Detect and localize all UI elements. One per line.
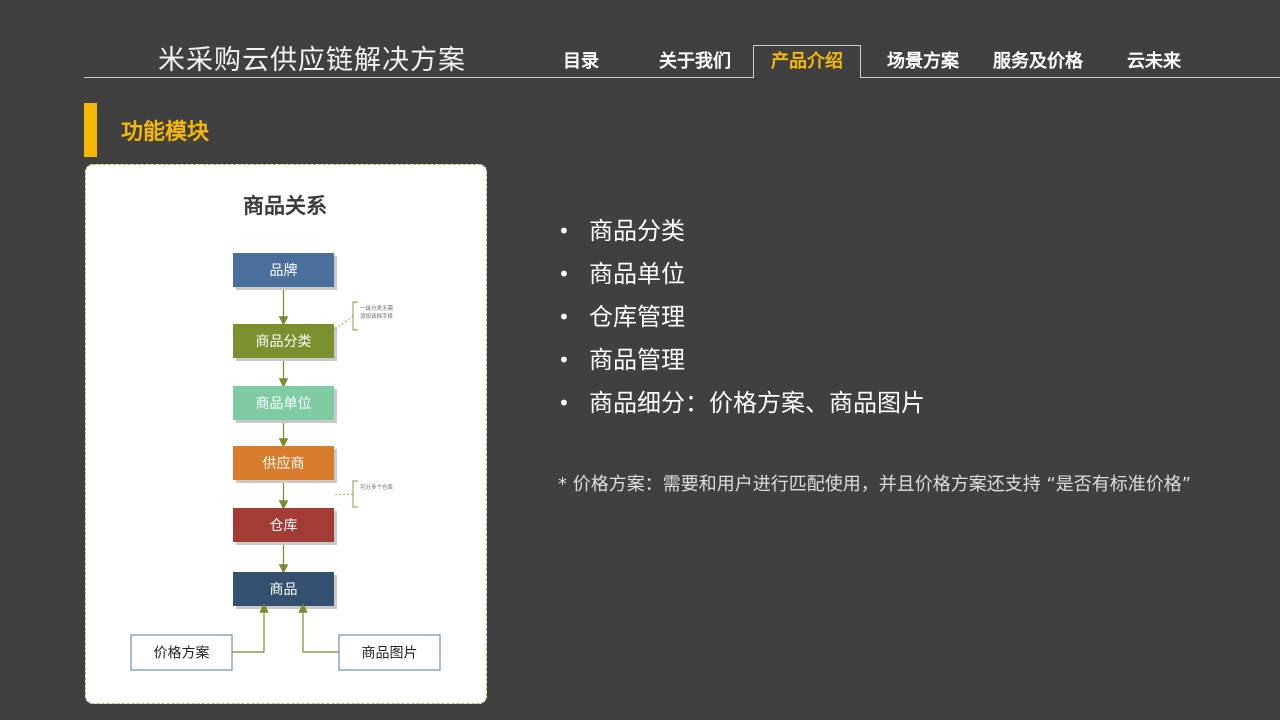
top-nav: 目录 关于我们 产品介绍 场景方案 服务及价格 云未来 [0, 45, 1280, 80]
feature-item-unit: • 商品单位 [558, 253, 925, 296]
note-leader [333, 493, 354, 496]
tab-product-intro[interactable]: 产品介绍 [753, 45, 861, 78]
bullet-dot-icon: • [558, 219, 570, 243]
bullet-dot-icon: • [558, 262, 570, 286]
chain-node-label: 商品单位 [256, 396, 312, 412]
note-bracket [352, 301, 358, 331]
chain-node-label: 仓库 [270, 518, 298, 534]
input-node-label: 商品图片 [362, 646, 418, 662]
pricing-footnote: * 价格方案：需要和用户进行匹配使用，并且价格方案还支持 “是否有标准价格” [558, 474, 1192, 495]
diagram-canvas: 商品关系品牌商品分类商品单位供应商仓库商品价格方案 商品图片 一级分类无需添加该档字… [130, 194, 441, 671]
input-arrow-price [232, 603, 269, 653]
chain-node-label: 品牌 [270, 262, 298, 279]
section-accent-bar [84, 103, 97, 157]
tab-catalog[interactable]: 目录 [548, 46, 614, 78]
feature-item-label: 仓库管理 [589, 303, 685, 331]
feature-item-category: • 商品分类 [558, 210, 925, 253]
feature-item-warehouse: • 仓库管理 [558, 296, 925, 339]
bullet-dot-icon: • [558, 348, 570, 372]
tab-service-price[interactable]: 服务及价格 [982, 46, 1094, 78]
bullet-dot-icon: • [558, 305, 570, 329]
input-arrow-image [298, 603, 339, 653]
feature-item-label: 商品细分：价格方案、商品图片 [589, 389, 925, 417]
product-relation-diagram: 商品关系品牌商品分类商品单位供应商仓库商品价格方案 商品图片 一级分类无需 添加该档字… [85, 164, 487, 704]
note-text: 一级分类无需 [360, 304, 394, 312]
note-leader [333, 315, 354, 331]
feature-list: • 商品分类 • 商品单位 • 仓库管理 • 商品管理 • 商品细分：价格方案、商品图片 [558, 210, 925, 425]
chain-node-label: 商品 [270, 582, 298, 598]
note-text: 可分多个仓库 [360, 483, 394, 491]
chain-node-label: 供应商 [263, 455, 305, 472]
input-node-label: 价格方案 [154, 645, 210, 662]
tab-cloud-future[interactable]: 云未来 [1112, 46, 1196, 78]
diagram-title: 商品关系 [243, 194, 327, 218]
tab-scenario[interactable]: 场景方案 [876, 46, 970, 78]
note-bracket [352, 480, 358, 508]
bullet-dot-icon: • [558, 391, 570, 415]
note-text: 添加该档字段 [360, 312, 394, 320]
chain-node-label: 商品分类 [256, 334, 312, 350]
feature-item-label: 商品分类 [589, 217, 685, 245]
feature-item-product: • 商品管理 [558, 339, 925, 382]
feature-item-label: 商品单位 [589, 260, 685, 288]
tab-about-us[interactable]: 关于我们 [647, 46, 743, 78]
feature-item-subdivision: • 商品细分：价格方案、商品图片 [558, 382, 925, 425]
section-title: 功能模块 [121, 120, 210, 145]
feature-item-label: 商品管理 [589, 346, 685, 374]
